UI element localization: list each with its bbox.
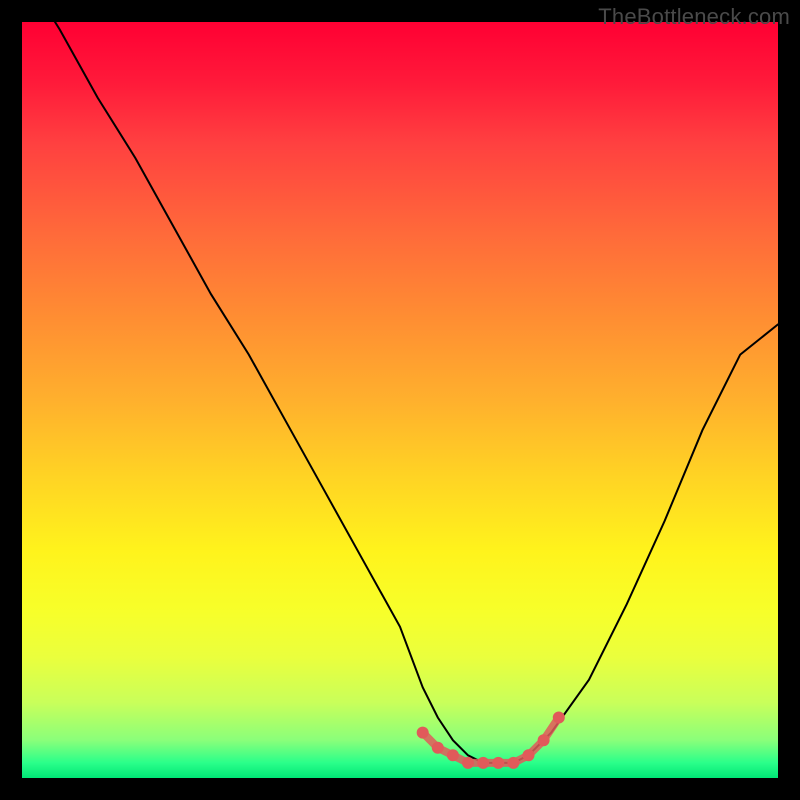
bottleneck-curve bbox=[22, 22, 778, 763]
chart-plot-area bbox=[22, 22, 778, 778]
chart-svg bbox=[22, 22, 778, 778]
watermark-text: TheBottleneck.com bbox=[598, 4, 790, 30]
